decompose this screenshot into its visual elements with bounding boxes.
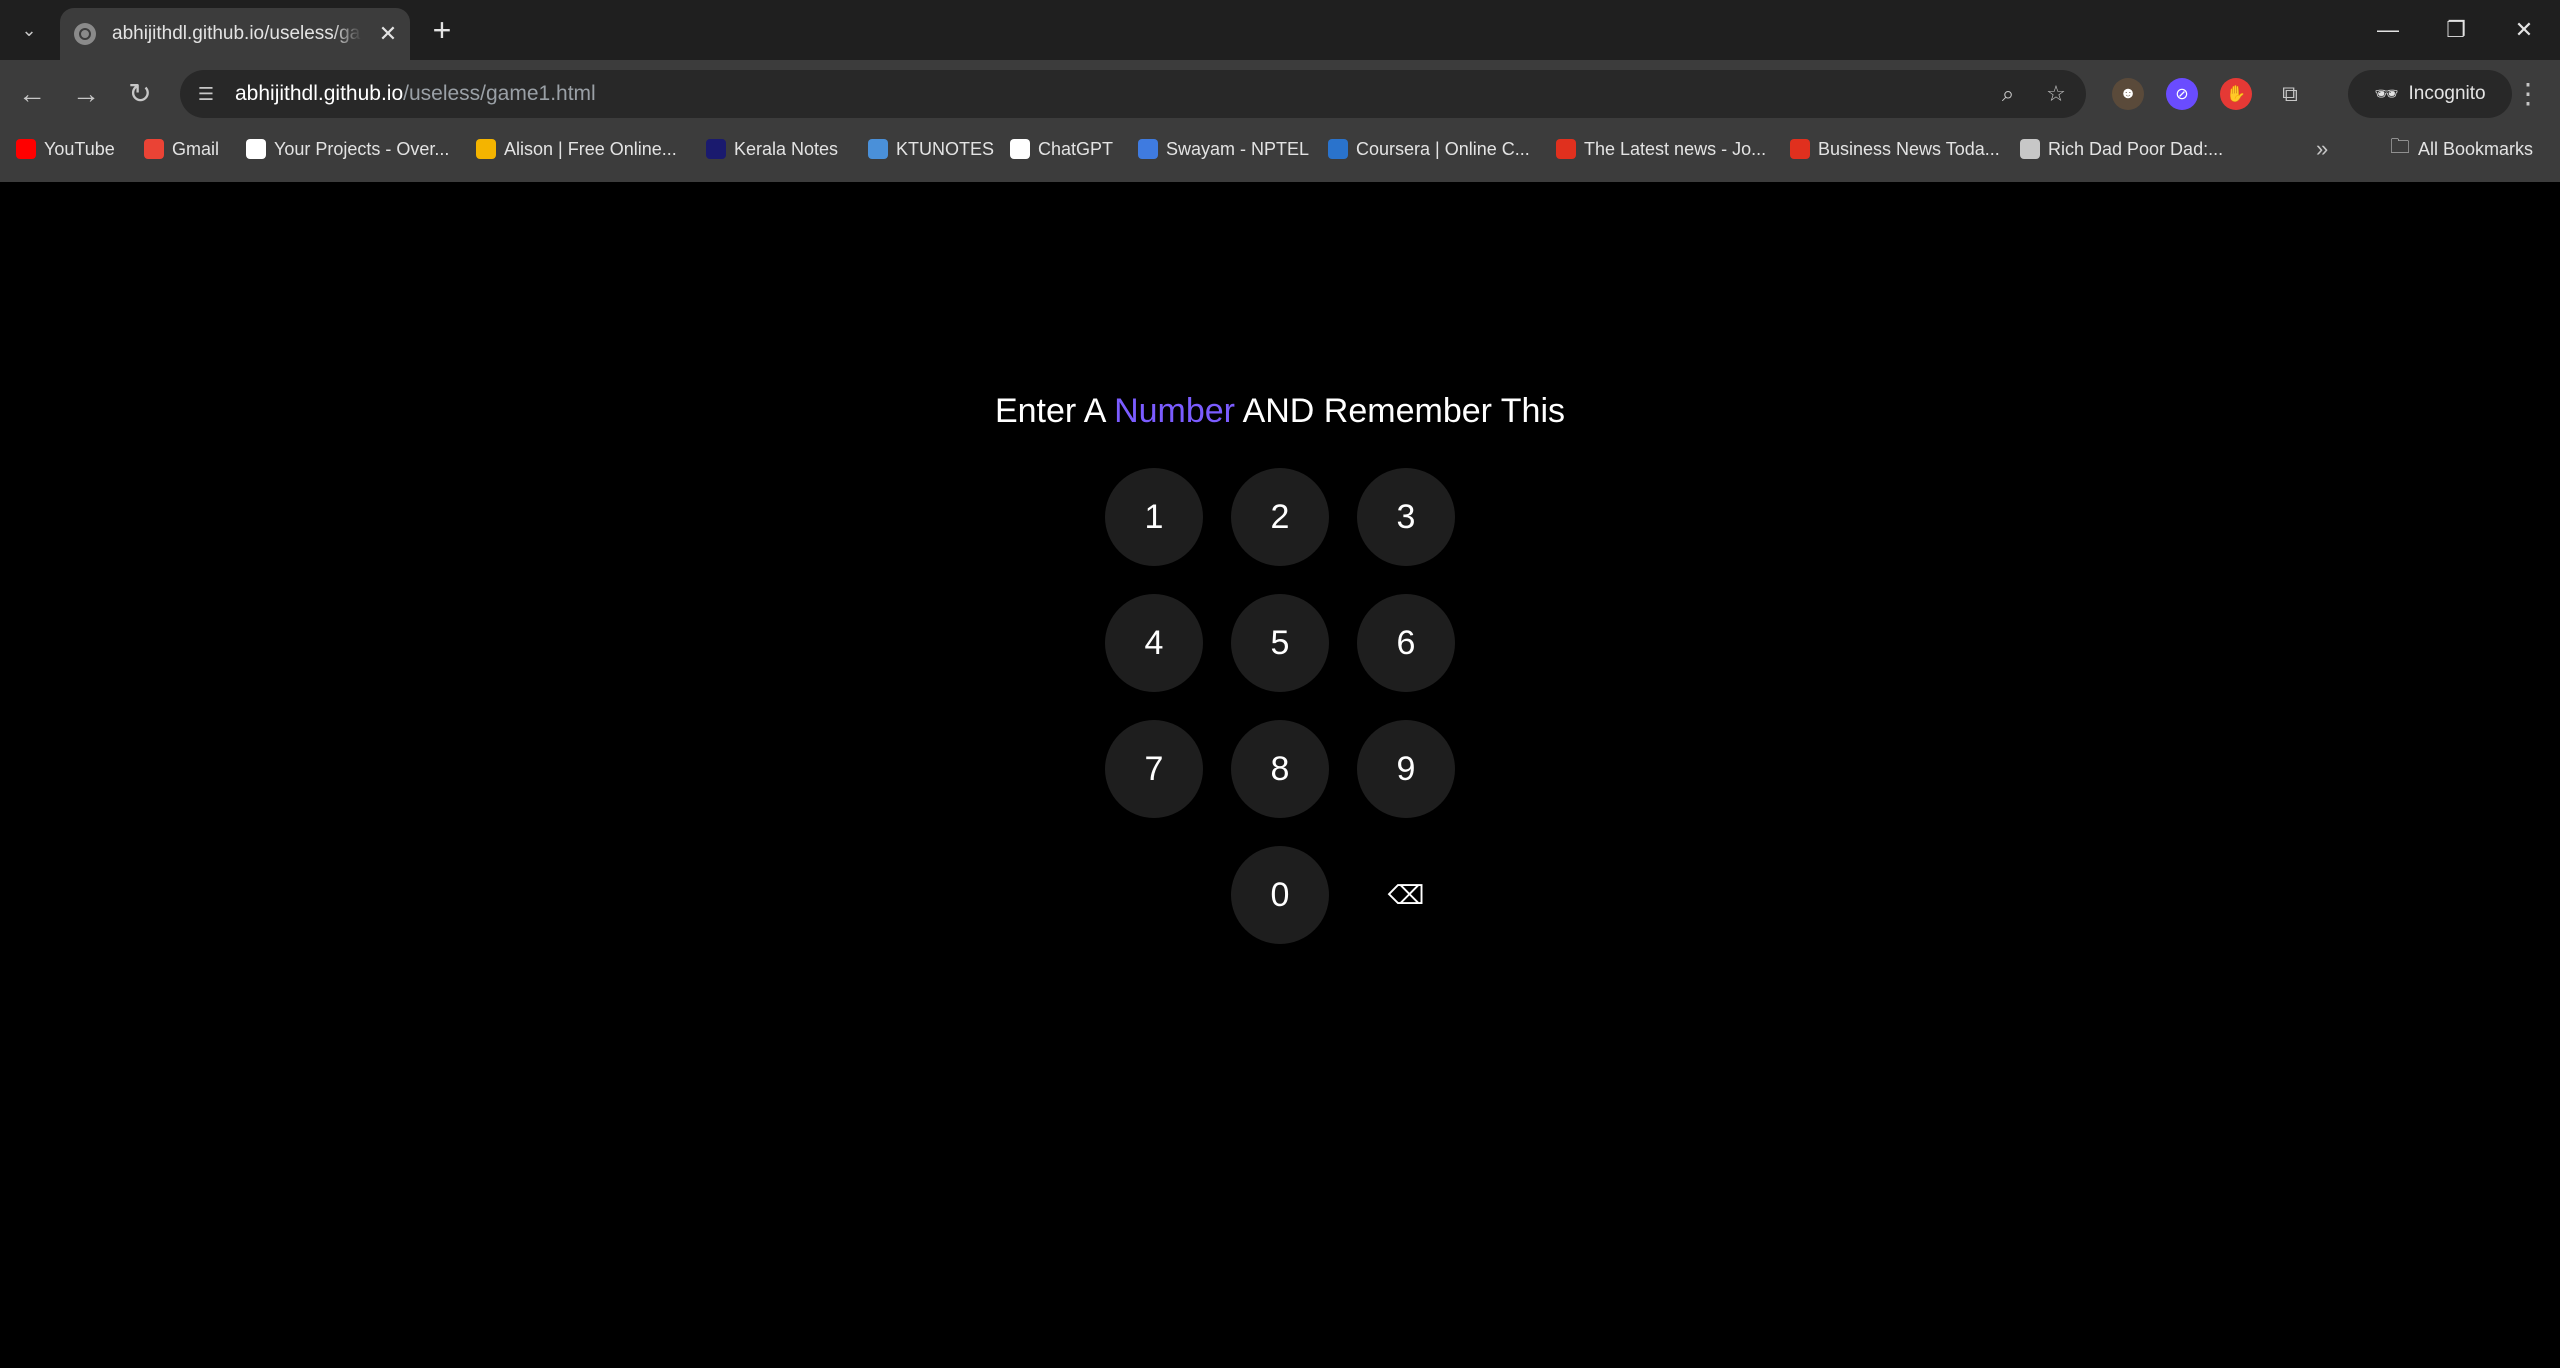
key-1[interactable]: 1 [1105,468,1203,566]
backspace-button[interactable]: ⌫ [1357,846,1455,944]
game-page: Enter A Number AND Remember This 123 456 7… [0,182,2560,1368]
bookmark-item[interactable]: KTUNOTES [868,128,994,170]
key-4[interactable]: 4 [1105,594,1203,692]
toolbar: ← → ↻ ☰ abhijithdl.github.io/useless/gam… [0,60,2560,128]
alison-icon [476,139,496,159]
incognito-icon: 🕶 [2374,84,2399,105]
bookmark-item[interactable]: Rich Dad Poor Dad:... [2020,128,2223,170]
chevron-down-icon: ⌄ [21,19,37,40]
bookmark-item[interactable]: YouTube [16,128,115,170]
bookmark-item[interactable]: Swayam - NPTEL [1138,128,1309,170]
bookmark-label: The Latest news - Jo... [1584,138,1767,159]
globe-icon [246,139,266,159]
ktunotes-icon [868,139,888,159]
bookmark-label: Rich Dad Poor Dad:... [2048,138,2224,159]
key-9[interactable]: 9 [1357,720,1455,818]
bookmark-item[interactable]: Business News Toda... [1790,128,2000,170]
k-icon [706,139,726,159]
key-2[interactable]: 2 [1231,468,1329,566]
tab-search-button[interactable]: ⌄ [8,14,50,46]
extension-stop-icon[interactable]: ✋ [2220,78,2252,110]
minimize-button[interactable]: — [2354,0,2422,60]
bookmark-label: Alison | Free Online... [504,138,677,159]
bookmark-label: YouTube [44,138,115,159]
key-6[interactable]: 6 [1357,594,1455,692]
bookmark-label: Gmail [172,138,220,159]
address-bar[interactable]: ☰ abhijithdl.github.io/useless/game1.htm… [180,70,2086,118]
globe-icon [2020,139,2040,159]
extension-avatar-icon[interactable]: ☻ [2112,78,2144,110]
incognito-badge[interactable]: 🕶 Incognito [2348,70,2512,118]
bookmark-item[interactable]: Alison | Free Online... [476,128,677,170]
close-tab-icon[interactable]: ✕ [374,21,402,47]
more-bookmarks-icon[interactable]: » [2316,128,2328,170]
menu-icon[interactable]: ⋮ [2508,74,2548,114]
bookmark-item[interactable]: Gmail [144,128,219,170]
news-icon [1556,139,1576,159]
bookmark-item[interactable]: Kerala Notes [706,128,838,170]
heading-accent: Number [1114,392,1235,430]
globe-icon [74,23,96,45]
bookmark-label: Coursera | Online C... [1356,138,1530,159]
bookmark-item[interactable]: Coursera | Online C... [1328,128,1530,170]
et-icon [1790,139,1810,159]
restore-button[interactable]: ❐ [2422,0,2490,60]
forward-button[interactable]: → [66,74,106,114]
bookmark-label: Kerala Notes [734,138,839,159]
bookmark-item[interactable]: Your Projects - Over... [246,128,449,170]
key-3[interactable]: 3 [1357,468,1455,566]
zoom-icon[interactable]: ⌕ [1992,78,2024,110]
tab-strip: ⌄ abhijithdl.github.io/useless/game1.htm… [0,0,2560,60]
reload-button[interactable]: ↻ [120,74,160,114]
folder-icon: 🗀 [2390,136,2410,158]
coursera-icon [1328,139,1348,159]
key-5[interactable]: 5 [1231,594,1329,692]
key-0[interactable]: 0 [1231,846,1329,944]
extension-block-icon[interactable]: ⊘ [2166,78,2198,110]
bookmark-star-icon[interactable]: ☆ [2040,78,2072,110]
tab-title: abhijithdl.github.io/useless/game1.html [112,23,362,44]
bookmark-item[interactable]: ChatGPT [1010,128,1113,170]
key-7[interactable]: 7 [1105,720,1203,818]
youtube-icon [16,139,36,159]
active-tab[interactable]: abhijithdl.github.io/useless/game1.html … [60,8,410,60]
bookmark-label: Swayam - NPTEL [1166,138,1310,159]
close-window-button[interactable]: ✕ [2490,0,2558,60]
all-bookmarks-button[interactable]: 🗀 All Bookmarks [2390,128,2533,170]
extensions-puzzle-icon[interactable]: ⧉ [2274,78,2306,110]
site-info-icon[interactable]: ☰ [188,76,224,112]
url-text[interactable]: abhijithdl.github.io/useless/game1.html [235,82,596,106]
chatgpt-icon [1010,139,1030,159]
bookmarks-bar: » 🗀 All Bookmarks YouTube Gmail Your Proje… [0,128,2560,183]
bookmark-label: ChatGPT [1038,138,1114,159]
gmail-icon [144,139,164,159]
key-8[interactable]: 8 [1231,720,1329,818]
bookmark-item[interactable]: The Latest news - Jo... [1556,128,1766,170]
page-heading: Enter A Number AND Remember This [994,392,1566,430]
back-button[interactable]: ← [12,74,52,114]
swayam-icon [1138,139,1158,159]
bookmark-label: Your Projects - Over... [274,138,450,159]
new-tab-button[interactable]: + [424,12,460,48]
bookmark-label: Business News Toda... [1818,138,2000,159]
bookmark-label: KTUNOTES [896,138,995,159]
